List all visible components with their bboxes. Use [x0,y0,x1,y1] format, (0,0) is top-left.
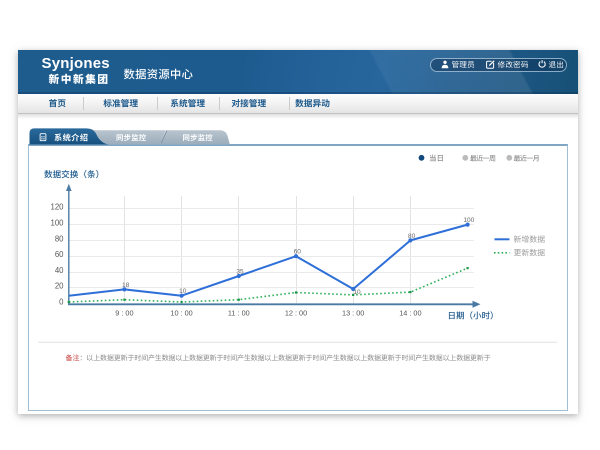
svg-text:10 : 00: 10 : 00 [170,309,192,318]
svg-text:40: 40 [55,266,64,275]
svg-text:18: 18 [122,282,130,289]
svg-text:20: 20 [55,282,64,291]
svg-text:14 : 00: 14 : 00 [399,309,421,318]
svg-text:10: 10 [179,288,187,295]
svg-text:60: 60 [294,249,302,256]
svg-text:100: 100 [50,219,64,228]
svg-text:13 : 00: 13 : 00 [342,309,364,318]
svg-text:60: 60 [55,250,64,259]
svg-text:12 : 00: 12 : 00 [285,309,307,318]
svg-text:35: 35 [236,268,244,275]
svg-text:80: 80 [55,234,64,243]
svg-text:0: 0 [59,298,64,307]
svg-text:80: 80 [408,233,416,240]
svg-text:10: 10 [353,289,361,296]
svg-text:100: 100 [463,217,474,224]
svg-text:120: 120 [50,203,64,212]
svg-text:11 : 00: 11 : 00 [228,309,250,318]
svg-text:9 : 00: 9 : 00 [115,309,133,318]
